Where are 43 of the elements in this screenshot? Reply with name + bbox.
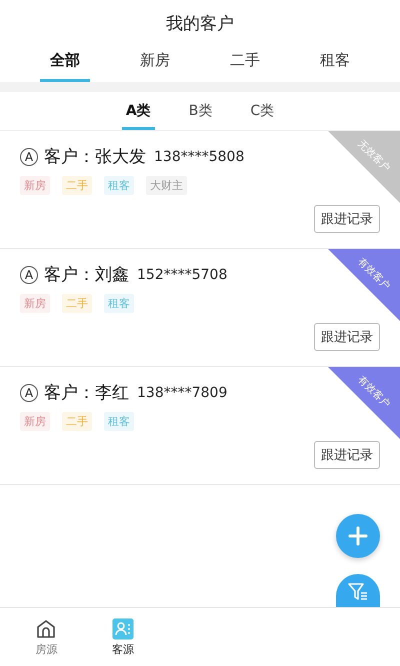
category-tab[interactable]: 租客 <box>310 43 360 82</box>
class-tab[interactable]: C类 <box>246 92 278 130</box>
category-tab[interactable]: 新房 <box>130 43 180 82</box>
status-label: 有效客户 <box>354 373 393 412</box>
tag: 大财主 <box>146 176 187 195</box>
tag: 新房 <box>20 176 50 195</box>
add-button[interactable] <box>336 514 380 558</box>
page-title: 我的客户 <box>165 13 235 36</box>
grade-badge: A <box>20 148 38 166</box>
tag: 租客 <box>104 176 134 195</box>
tag: 二手 <box>62 294 92 313</box>
customer-name: 客户：刘鑫 <box>44 264 129 286</box>
customer-card[interactable]: A 客户：张大发 138****5808 新房 二手 租客 大财主 跟进记录 无效客户 <box>0 131 400 249</box>
class-tab[interactable]: B类 <box>184 92 216 130</box>
customer-card[interactable]: A 客户：李红 138****7809 新房 二手 租客 跟进记录 有效客户 <box>0 367 400 485</box>
nav-tab[interactable]: 客源 <box>84 608 162 666</box>
tag: 二手 <box>62 176 92 195</box>
class-tab[interactable]: A类 <box>122 92 155 130</box>
filter-button[interactable] <box>336 574 380 607</box>
tag: 二手 <box>62 412 92 431</box>
customer-name: 客户：李红 <box>44 382 129 404</box>
phone-number: 138****5808 <box>154 148 244 164</box>
plus-icon <box>348 526 368 546</box>
nav-tab[interactable]: 房源 <box>8 608 85 666</box>
tag: 新房 <box>20 294 50 313</box>
grade-badge: A <box>20 266 38 284</box>
tag: 租客 <box>104 294 134 313</box>
customer-card[interactable]: A 客户：刘鑫 152****5708 新房 二手 租客 跟进记录 有效客户 <box>0 249 400 367</box>
status-label: 无效客户 <box>354 137 393 176</box>
follow-up-button[interactable]: 跟进记录 <box>314 323 380 351</box>
category-tab[interactable]: 二手 <box>220 43 270 82</box>
grade-badge: A <box>20 384 38 402</box>
follow-up-button[interactable]: 跟进记录 <box>314 205 380 233</box>
status-label: 有效客户 <box>354 255 393 294</box>
tag: 新房 <box>20 412 50 431</box>
tag: 租客 <box>104 412 134 431</box>
house-icon <box>35 618 58 640</box>
phone-number: 138****7809 <box>137 384 228 400</box>
filter-icon <box>347 582 369 602</box>
phone-number: 152****5708 <box>137 266 228 282</box>
person-icon <box>112 618 134 640</box>
follow-up-button[interactable]: 跟进记录 <box>314 441 380 469</box>
customer-name: 客户：张大发 <box>44 146 146 168</box>
